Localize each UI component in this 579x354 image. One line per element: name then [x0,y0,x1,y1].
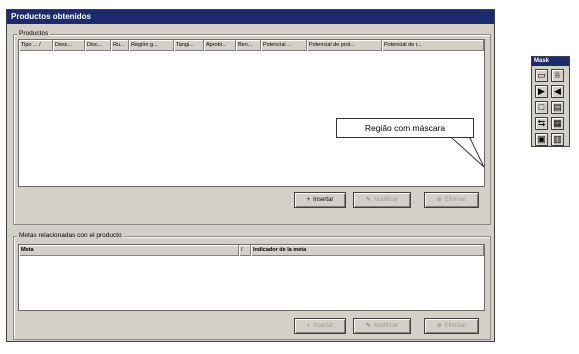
goals-group-label: Metas relacionadas con el producto [17,232,124,240]
products-table[interactable]: Tipo ... / Desc... Disc... Ru... Región … [18,39,485,187]
goals-table-header: Meta / Indicador de la meta [19,245,484,256]
document-icon[interactable]: ▤ [551,101,564,114]
column-header-potencial[interactable]: Potencial ... [261,40,307,51]
back-icon[interactable]: ◀ [551,85,564,98]
masked-region-callout: Região com máscara [336,118,474,138]
window-icon[interactable]: ▭ [535,69,548,82]
products-delete-button[interactable]: ⊘ Eliminar [424,192,479,208]
pencil-icon: ✎ [365,197,371,203]
column-header-meta[interactable]: Meta [19,245,239,256]
column-header-indicador[interactable]: Indicador de la meta [251,245,484,256]
column-header-region[interactable]: Región g... [129,40,174,51]
mask-toolbar-title: Mask [532,57,569,66]
goals-delete-button[interactable]: ⊘ Eliminar [424,318,479,334]
column-header-aprobado[interactable]: Aprobi... [204,40,236,51]
swap-icon[interactable]: ⇆ [535,117,548,130]
column-header-rubro[interactable]: Ru... [111,40,129,51]
plus-icon: + [306,197,311,203]
products-window: Productos obtenidos Productos Tipo ... /… [6,9,495,342]
goals-insert-button[interactable]: + Insertar [294,318,346,334]
grid-search-icon[interactable]: ▦ [551,117,564,130]
callout-pointer [451,138,485,168]
trash-icon[interactable]: ▥ [551,133,564,146]
column-header-potencial-prot[interactable]: Potencial de prot... [307,40,382,51]
products-group-label: Productos [17,30,51,38]
blank-icon[interactable]: □ [535,101,548,114]
column-header-potencial-i[interactable]: Potencial de i... [382,40,484,51]
window-title: Productos obtenidos [7,10,494,24]
mask-toolbar: Mask ▭ ♕ ▶ ◀ □ ▤ ⇆ ▦ ▣ ▥ [531,56,570,147]
column-header-tipo[interactable]: Tipo ... / [19,40,53,51]
pencil-icon: ✎ [365,323,371,329]
column-header-tangible[interactable]: Tangi... [174,40,204,51]
column-header-disciplina[interactable]: Disc... [85,40,111,51]
trophy-icon[interactable]: ♕ [551,69,564,82]
eraser-icon: ⊘ [436,197,442,203]
products-table-header: Tipo ... / Desc... Disc... Ru... Región … [19,40,484,51]
sort-indicator: / [239,245,251,256]
column-header-descripcion[interactable]: Desc... [53,40,85,51]
goals-modify-button[interactable]: ✎ Modificar [353,318,411,334]
goals-table[interactable]: Meta / Indicador de la meta [18,244,485,311]
column-header-beneficio[interactable]: Ben... [236,40,261,51]
products-modify-button[interactable]: ✎ Modificar [353,192,411,208]
eraser-icon: ⊘ [436,323,442,329]
plus-icon: + [306,323,311,329]
save-icon[interactable]: ▣ [535,133,548,146]
play-icon[interactable]: ▶ [535,85,548,98]
products-insert-button[interactable]: + Insertar [294,192,346,208]
